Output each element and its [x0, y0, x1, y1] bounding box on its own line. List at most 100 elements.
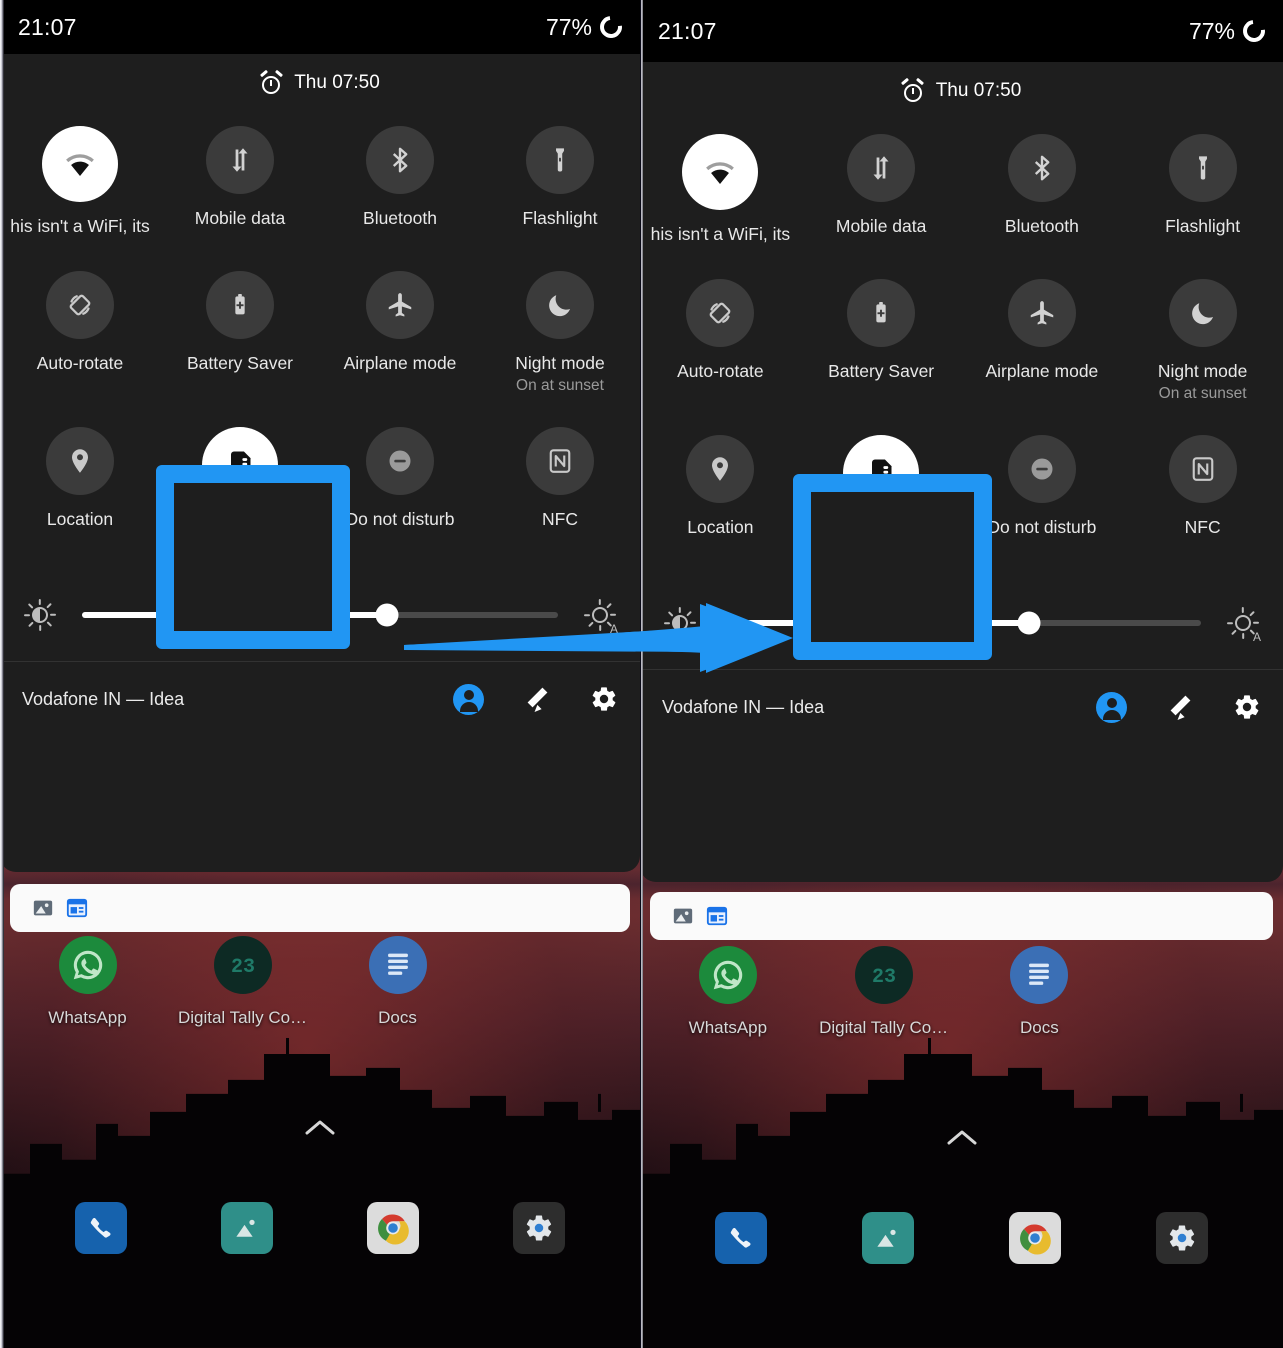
home-app-whatsapp[interactable]: WhatsApp: [650, 946, 806, 1038]
tile-night-mode[interactable]: Night mode On at sunset: [480, 261, 640, 395]
pencil-edit-icon[interactable]: [522, 684, 552, 715]
tile-mobile-data[interactable]: Mobile data: [160, 116, 320, 237]
nfc-icon: [1168, 435, 1237, 503]
whatsapp-icon: [698, 946, 757, 1004]
carrier-label: Vodafone IN — Idea: [662, 696, 825, 717]
brightness-auto-icon[interactable]: A: [580, 595, 620, 636]
brightness-slider-knob[interactable]: [1017, 611, 1041, 635]
user-avatar-icon[interactable]: [453, 683, 484, 715]
home-app-label: Digital Tally Co…: [819, 1018, 949, 1037]
dock-item-chrome[interactable]: [320, 1202, 466, 1254]
page-dot[interactable]: [325, 564, 334, 573]
tile-label: NFC: [542, 509, 578, 529]
phone-screenshot-after: WhatsApp 23 Digital Tally Co… Docs 21:07…: [640, 0, 1283, 1348]
notification-shade-card[interactable]: [650, 892, 1273, 940]
tile-label: Do not disturb: [345, 509, 455, 529]
home-app-docs[interactable]: Docs: [320, 936, 475, 1028]
battery-saver-icon: [206, 271, 274, 339]
home-app-empty: [475, 936, 630, 1028]
auto-rotate-icon: [46, 271, 114, 339]
dock-item-gallery[interactable]: [174, 1202, 320, 1254]
tile-location[interactable]: Location: [640, 425, 801, 546]
tile-auto-rotate[interactable]: Auto-rotate: [0, 261, 160, 395]
chevron-up-icon[interactable]: [304, 1118, 336, 1141]
calendar-news-icon: [706, 905, 728, 927]
home-app-whatsapp[interactable]: WhatsApp: [10, 936, 165, 1028]
tile-row: Auto-rotate Battery Saver Airplane mode: [640, 269, 1283, 403]
tile-night-mode[interactable]: Night mode On at sunset: [1122, 269, 1283, 403]
dock-item-phone[interactable]: [668, 1212, 815, 1264]
tile-nfc[interactable]: NFC: [1122, 425, 1283, 546]
status-bar: 21:07 77%: [0, 0, 640, 54]
svg-text:2: 2: [884, 478, 889, 488]
home-app-digital-tally[interactable]: 23 Digital Tally Co…: [165, 936, 320, 1028]
page-dot-active[interactable]: [306, 564, 315, 573]
user-avatar-icon[interactable]: [1096, 691, 1127, 723]
chrome-icon: [1008, 1212, 1061, 1264]
home-app-digital-tally[interactable]: 23 Digital Tally Co…: [806, 946, 962, 1038]
tile-battery-saver[interactable]: Battery Saver: [801, 269, 962, 403]
tile-location[interactable]: Location: [0, 417, 160, 538]
google-docs-icon: [1010, 946, 1069, 1004]
phone-screenshot-before: WhatsApp 23 Digital Tally Co… Docs 21:07…: [0, 0, 640, 1348]
tile-flashlight[interactable]: Flashlight: [480, 116, 640, 237]
dock-item-gallery[interactable]: [815, 1212, 962, 1264]
brightness-auto-icon[interactable]: A: [1223, 603, 1263, 644]
tile-nfc[interactable]: NFC: [480, 417, 640, 538]
tile-auto-rotate[interactable]: Auto-rotate: [640, 269, 801, 403]
tile-bluetooth[interactable]: Bluetooth: [962, 124, 1123, 245]
alarm-row: Thu 07:50: [0, 54, 640, 100]
tile-airplane-mode[interactable]: Airplane mode: [962, 269, 1123, 403]
brightness-slider[interactable]: [82, 603, 558, 627]
pencil-edit-icon[interactable]: [1165, 692, 1195, 723]
chevron-up-icon[interactable]: [946, 1128, 978, 1151]
tile-do-not-disturb[interactable]: Do not disturb: [320, 417, 480, 538]
dock-item-settings[interactable]: [1108, 1212, 1255, 1264]
brightness-slider[interactable]: [722, 611, 1201, 635]
flashlight-icon: [1168, 134, 1237, 202]
airplane-icon: [1007, 279, 1076, 347]
page-dot[interactable]: [966, 572, 976, 581]
home-app-label: Docs: [378, 1008, 417, 1027]
alarm-time-label: Thu 07:50: [294, 72, 380, 93]
tile-row: his isn't a WiFi, its Mobile data Blueto…: [640, 124, 1283, 245]
brightness-slider-knob[interactable]: [375, 603, 399, 627]
tile-mobile-data[interactable]: Mobile data: [801, 124, 962, 245]
tile-switch-data-card[interactable]: 2 Switch data card: [801, 425, 962, 546]
notification-shade-card[interactable]: [10, 884, 630, 932]
footer-icons: [1096, 691, 1261, 723]
dock-item-settings[interactable]: [466, 1202, 612, 1254]
tile-label: Airplane mode: [343, 353, 457, 373]
gear-icon[interactable]: [590, 685, 618, 713]
home-app-docs[interactable]: Docs: [962, 946, 1118, 1038]
home-app-label: Docs: [1020, 1018, 1059, 1037]
battery-percent-label: 77%: [1188, 17, 1235, 44]
tile-flashlight[interactable]: Flashlight: [1122, 124, 1283, 245]
battery-saver-icon: [847, 279, 916, 347]
do-not-disturb-icon: [1007, 435, 1076, 503]
brightness-low-icon: [20, 595, 60, 635]
comparison-stage: WhatsApp 23 Digital Tally Co… Docs 21:07…: [0, 0, 1283, 1348]
tile-label: Mobile data: [835, 216, 927, 236]
tile-wifi[interactable]: his isn't a WiFi, its: [640, 124, 801, 245]
tile-bluetooth[interactable]: Bluetooth: [320, 116, 480, 237]
tile-label: Battery Saver: [186, 353, 294, 373]
tile-do-not-disturb[interactable]: Do not disturb: [962, 425, 1123, 546]
mobile-data-icon: [206, 126, 274, 194]
tile-wifi[interactable]: his isn't a WiFi, its: [0, 116, 160, 237]
battery-ring-icon: [1238, 15, 1270, 47]
tile-label: Bluetooth: [1004, 216, 1079, 236]
page-dot-active[interactable]: [947, 572, 957, 581]
tile-battery-saver[interactable]: Battery Saver: [160, 261, 320, 395]
wifi-icon: [42, 126, 118, 202]
mobile-data-icon: [847, 134, 916, 202]
dock-item-phone[interactable]: [28, 1202, 174, 1254]
tile-switch-data-card[interactable]: 1 Switch data card: [160, 417, 320, 538]
gear-icon[interactable]: [1233, 693, 1261, 721]
tile-airplane-mode[interactable]: Airplane mode: [320, 261, 480, 395]
tile-label: Auto-rotate: [677, 361, 764, 381]
whatsapp-icon: [58, 936, 117, 994]
page-indicator: [640, 572, 1283, 581]
carrier-label: Vodafone IN — Idea: [22, 688, 185, 709]
dock-item-chrome[interactable]: [962, 1212, 1109, 1264]
